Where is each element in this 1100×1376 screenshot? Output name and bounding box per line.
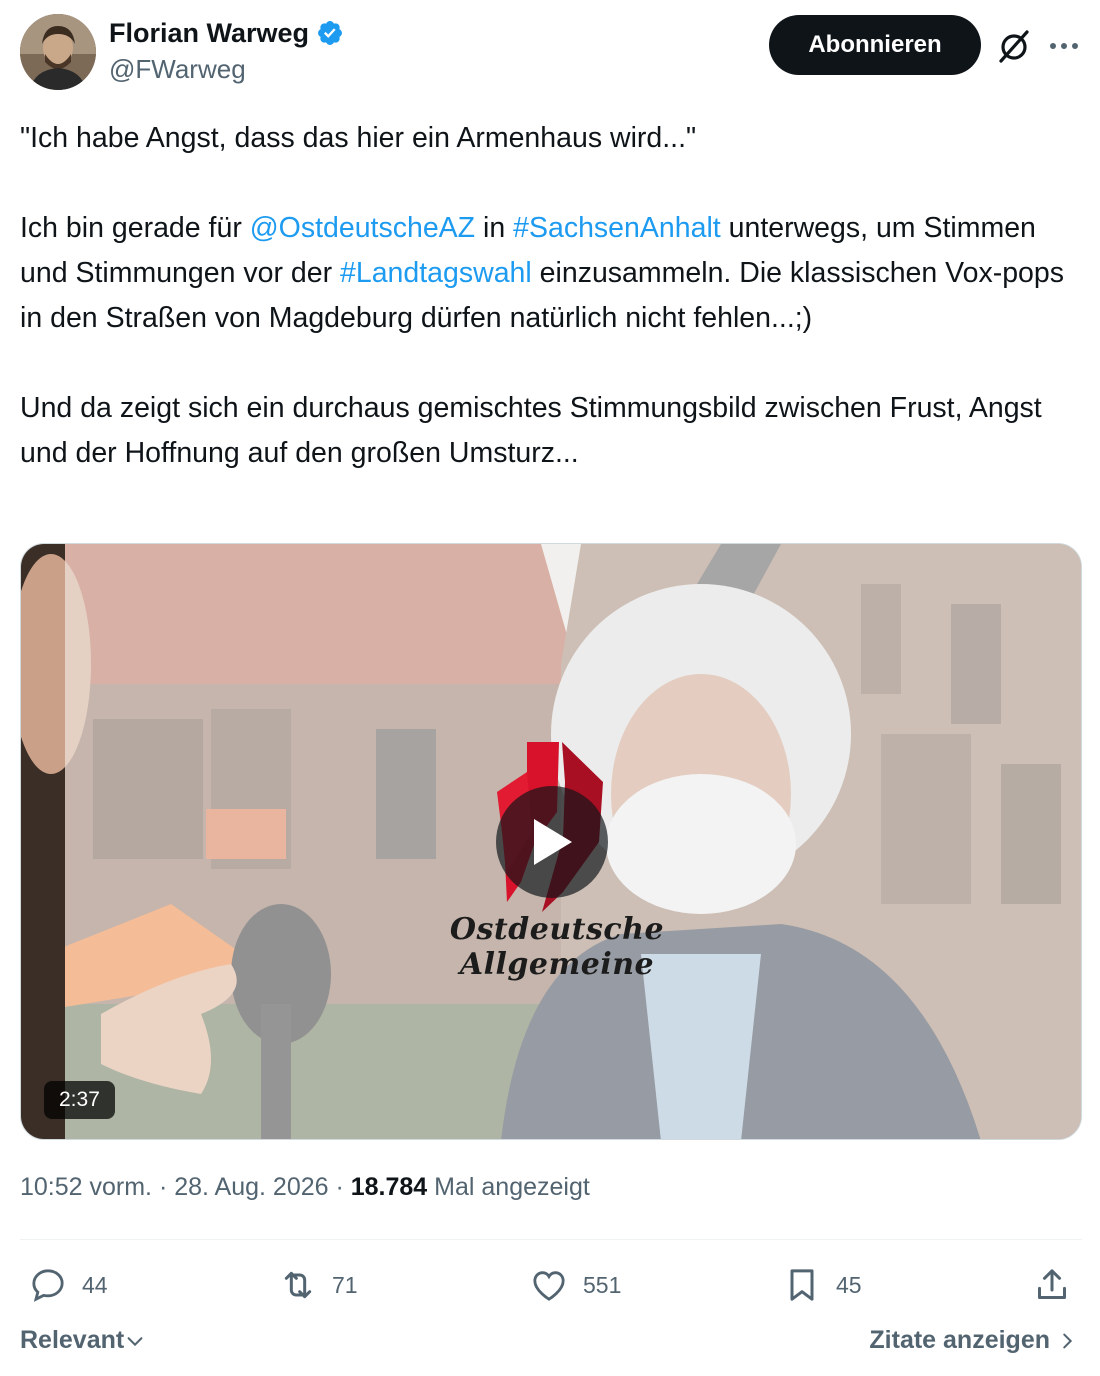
reply-button[interactable]: 44 [28, 1262, 108, 1308]
avatar[interactable] [20, 14, 96, 90]
reply-count: 44 [82, 1271, 108, 1298]
view-count-label: Mal angezeigt [427, 1173, 590, 1201]
chevron-down-icon [127, 1336, 143, 1346]
grok-icon[interactable] [996, 28, 1032, 64]
repost-button[interactable]: 71 [278, 1262, 358, 1308]
sort-label: Relevant [20, 1326, 125, 1354]
publisher-logo-text: Ostdeutsche Allgemeine [449, 912, 665, 982]
timestamp[interactable]: 10:52 vorm. · 28. Aug. 2026 · [20, 1173, 351, 1201]
tweet-paragraph-2: Ich bin gerade für @OstdeutscheAZ in #Sa… [20, 212, 1064, 334]
video-duration: 2:37 [44, 1081, 115, 1119]
share-icon [1038, 1269, 1066, 1299]
play-button[interactable] [496, 786, 608, 898]
author-block: Florian Warweg @FWarweg [109, 16, 344, 85]
tweet-quote: "Ich habe Angst, dass das hier ein Armen… [20, 122, 697, 154]
like-icon [533, 1271, 565, 1301]
action-bar: 44 71 551 45 [20, 1262, 1082, 1308]
display-name[interactable]: Florian Warweg [109, 18, 309, 49]
reply-icon [32, 1269, 64, 1302]
play-icon [534, 819, 572, 865]
handle[interactable]: @FWarweg [109, 54, 344, 85]
chevron-right-icon [1063, 1333, 1073, 1348]
bookmark-icon [790, 1269, 814, 1301]
view-quotes-label: Zitate anzeigen [869, 1326, 1050, 1354]
view-count: 18.784 [350, 1173, 428, 1201]
repost-count: 71 [332, 1271, 358, 1298]
share-button[interactable] [1032, 1262, 1072, 1308]
more-icon[interactable] [1046, 28, 1082, 64]
sort-dropdown[interactable]: Relevant [20, 1326, 146, 1355]
bookmark-count: 45 [836, 1271, 862, 1298]
tweet-header: Florian Warweg @FWarweg Abonnieren [20, 14, 1082, 94]
like-count: 551 [583, 1271, 622, 1298]
tweet-text: "Ich habe Angst, dass das hier ein Armen… [20, 116, 1082, 476]
tweet-paragraph-3: Und da zeigt sich ein durchaus gemischte… [20, 392, 1042, 469]
tweet-meta: 10:52 vorm. · 28. Aug. 2026 · 18.784 Mal… [20, 1173, 590, 1202]
verified-badge-icon[interactable] [316, 19, 344, 47]
divider [20, 1239, 1082, 1240]
hashtag-link-landtagswahl[interactable]: #Landtagswahl [340, 257, 532, 289]
repost-icon [284, 1271, 312, 1299]
view-quotes-link[interactable]: Zitate anzeigen [869, 1326, 1078, 1355]
follow-button[interactable]: Abonnieren [769, 15, 981, 75]
hashtag-link-sachsenanhalt[interactable]: #SachsenAnhalt [513, 212, 721, 244]
mention-link[interactable]: @OstdeutscheAZ [250, 212, 475, 244]
like-button[interactable]: 551 [529, 1262, 621, 1308]
bookmark-button[interactable]: 45 [782, 1262, 862, 1308]
video-player[interactable]: Ostdeutsche Allgemeine 2:37 [20, 543, 1082, 1140]
